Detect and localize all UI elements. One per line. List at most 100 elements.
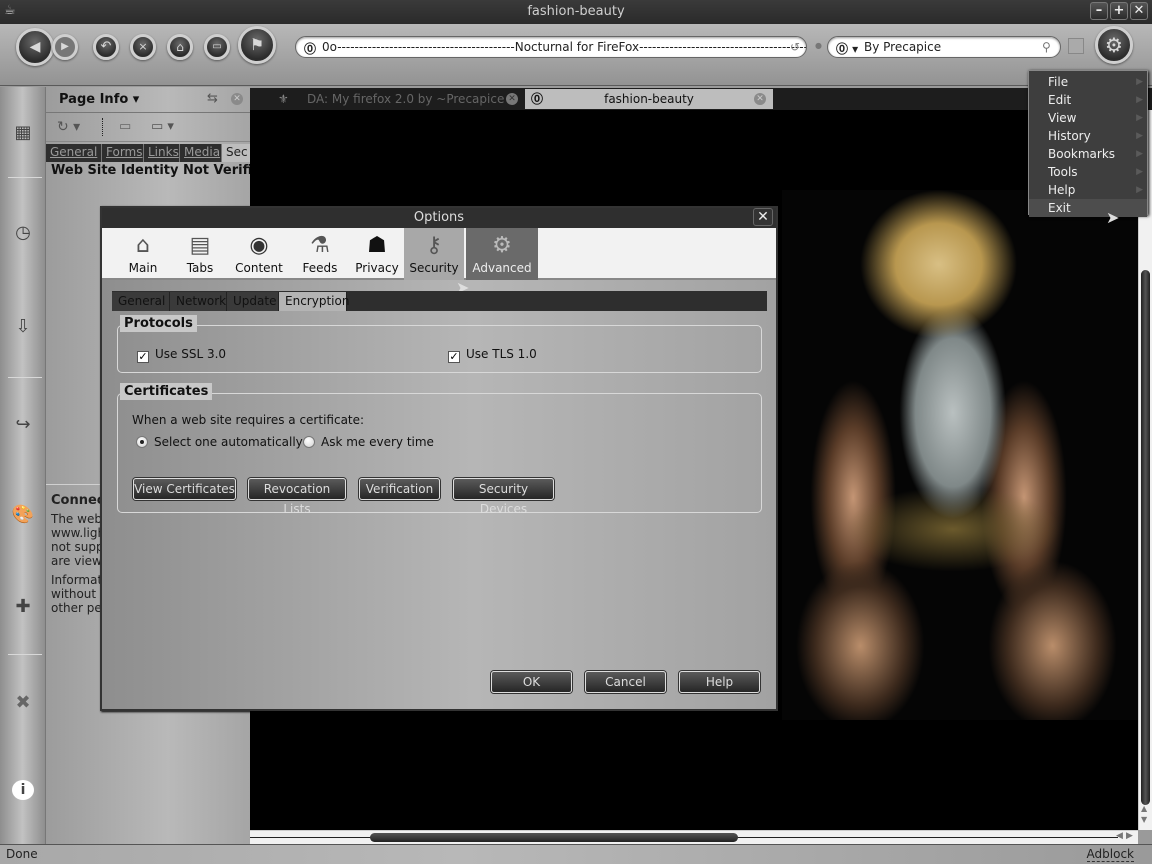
menu-item-bookmarks[interactable]: Bookmarks ▶ [1029, 145, 1147, 163]
ninja-icon: ☗ [367, 233, 387, 258]
pane-security[interactable]: ⚷ Security [404, 228, 464, 280]
submenu-arrow-icon: ▶ [1136, 185, 1143, 195]
radio-ask-every-time[interactable]: Ask me every time [303, 435, 434, 449]
refresh-icon[interactable]: ↻ ▾ [57, 119, 80, 135]
back-button[interactable]: ◀ [16, 28, 54, 66]
search-engine-icon[interactable]: ⓪ ▾ [836, 40, 858, 57]
tools-separator [102, 118, 103, 136]
menu-item-edit[interactable]: Edit ▶ [1029, 91, 1147, 109]
tab-label: DA: My firefox 2.0 by ~Precapice [307, 92, 505, 106]
downloads-icon[interactable]: ⇩ [10, 314, 36, 340]
forward-button[interactable]: ▶ [52, 34, 78, 60]
minimize-button[interactable]: – [1090, 2, 1108, 20]
verification-button[interactable]: Verification [359, 478, 440, 500]
radio-unselected-icon [303, 436, 315, 448]
search-bar[interactable]: ⓪ ▾ By Precapice ⚲ [827, 36, 1061, 58]
protocols-group: Protocols ✓ Use SSL 3.0 ✓ Use TLS 1.0 [117, 315, 762, 373]
sidebar-title-dropdown[interactable]: Page Info ▾ [59, 92, 139, 107]
certificates-group: Certificates When a web site requires a … [117, 383, 762, 516]
adblock-button[interactable]: Adblock [1086, 847, 1134, 862]
pane-content[interactable]: ◉ Content [228, 228, 290, 280]
radio-select-automatically[interactable]: Select one automatically [136, 435, 303, 449]
tab-close-icon[interactable]: ✕ [506, 93, 518, 105]
addons-puzzle-icon[interactable]: ✚ [10, 594, 36, 620]
sidebar-tab-links[interactable]: Links [144, 144, 180, 162]
page-info-icon[interactable]: ▦ [10, 120, 36, 146]
pane-main[interactable]: ⌂ Main [114, 228, 172, 280]
help-button[interactable]: Help [679, 671, 760, 693]
scroll-right-arrow-icon[interactable]: ▶ [1126, 831, 1133, 841]
redo-arrow-icon[interactable]: ↪ [10, 412, 36, 438]
submenu-arrow-icon: ▶ [1136, 113, 1143, 123]
stop-button[interactable]: × [130, 34, 156, 60]
search-input[interactable]: By Precapice [864, 40, 941, 54]
identity-heading: Web Site Identity Not Verified [51, 163, 250, 178]
gears-icon: ⚙ [492, 233, 512, 258]
menu-item-history[interactable]: History ▶ [1029, 127, 1147, 145]
horizontal-scroll-thumb[interactable] [370, 833, 738, 842]
advanced-subtabs: General Network Update Encryption [112, 291, 767, 311]
scroll-left-arrow-icon[interactable]: ◀ [1116, 831, 1123, 841]
tab-label: fashion-beauty [604, 92, 694, 106]
view-certificates-button[interactable]: View Certificates [133, 478, 236, 500]
scroll-down-arrow-icon[interactable]: ▼ [1141, 815, 1147, 824]
subtab-update[interactable]: Update [227, 292, 279, 311]
strip-divider [8, 177, 42, 178]
pane-tabs[interactable]: ▤ Tabs [172, 228, 228, 280]
home-button[interactable]: ⌂ [167, 34, 193, 60]
vertical-scroll-thumb[interactable] [1141, 270, 1150, 805]
protocols-legend: Protocols [120, 315, 197, 332]
sidebar-tab-media[interactable]: Media [180, 144, 222, 162]
tab-close-icon[interactable]: ✕ [754, 93, 766, 105]
sidebar-tab-general[interactable]: General [46, 144, 102, 162]
strip-divider [8, 654, 42, 655]
sidebar-tab-security[interactable]: Sec [222, 144, 250, 162]
certificates-legend: Certificates [120, 383, 213, 400]
themes-palette-icon[interactable]: 🎨 [10, 502, 36, 528]
scroll-up-arrow-icon[interactable]: ▲ [1141, 804, 1147, 813]
pane-advanced[interactable]: ⚙ Advanced [466, 228, 538, 280]
sidebar-tab-forms[interactable]: Forms [102, 144, 144, 162]
menu-item-tools[interactable]: Tools ▶ [1029, 163, 1147, 181]
close-window-button[interactable]: ✕ [1130, 2, 1148, 20]
info-bubble-icon[interactable]: i [12, 780, 34, 800]
print-icon[interactable]: ▭ [119, 119, 131, 134]
url-bar[interactable]: ⓪ 0o------------------------------------… [295, 36, 807, 58]
dialog-title: Options [102, 208, 776, 228]
history-clock-icon[interactable]: ◷ [10, 220, 36, 246]
cancel-button[interactable]: Cancel [585, 671, 666, 693]
print-options-icon[interactable]: ▭ ▾ [151, 119, 174, 134]
bookmarks-button[interactable]: ⚑ [238, 26, 276, 64]
ok-button[interactable]: OK [491, 671, 572, 693]
tab-fashion-beauty[interactable]: ⓪ fashion-beauty ✕ [525, 89, 773, 109]
horizontal-scrollbar[interactable]: ◀ ▶ [250, 830, 1138, 844]
pane-privacy[interactable]: ☗ Privacy [350, 228, 404, 280]
separator-dot-icon: ● [815, 41, 822, 50]
firefox-menu-button[interactable]: ⚙ [1095, 26, 1133, 64]
security-devices-button[interactable]: Security Devices [453, 478, 554, 516]
search-icon[interactable]: ⚲ [1042, 40, 1051, 54]
pane-feeds[interactable]: ⚗ Feeds [290, 228, 350, 280]
sidebar-detach-icon[interactable]: ⇆ [207, 91, 218, 106]
menu-item-view[interactable]: View ▶ [1029, 109, 1147, 127]
go-icon[interactable]: ↺ [790, 40, 800, 54]
use-tls-checkbox[interactable]: ✓ Use TLS 1.0 [448, 347, 537, 363]
vertical-scrollbar[interactable]: ▲ ▼ [1138, 110, 1152, 830]
url-input[interactable]: 0o--------------------------------------… [322, 40, 806, 54]
subtab-encryption[interactable]: Encryption [279, 292, 349, 311]
toolbar-checkbox[interactable] [1068, 38, 1084, 54]
menu-item-exit[interactable]: Exit [1029, 199, 1147, 217]
revocation-lists-button[interactable]: Revocation Lists [248, 478, 346, 516]
subtab-network[interactable]: Network [170, 292, 227, 311]
menu-item-file[interactable]: File ▶ [1029, 73, 1147, 91]
new-window-button[interactable]: ▭ [204, 34, 230, 60]
tab-deviantart[interactable]: ⚜ DA: My firefox 2.0 by ~Precapice ✕ [250, 89, 524, 109]
menu-item-help[interactable]: Help ▶ [1029, 181, 1147, 199]
cross-icon[interactable]: ✖ [10, 690, 36, 716]
sidebar-close-icon[interactable]: ✕ [231, 93, 243, 105]
dialog-close-button[interactable]: ✕ [753, 208, 773, 226]
reload-button[interactable]: ↶ [93, 34, 119, 60]
use-ssl-checkbox[interactable]: ✓ Use SSL 3.0 [137, 347, 226, 363]
maximize-button[interactable]: + [1110, 2, 1128, 20]
subtab-general[interactable]: General [112, 292, 170, 311]
